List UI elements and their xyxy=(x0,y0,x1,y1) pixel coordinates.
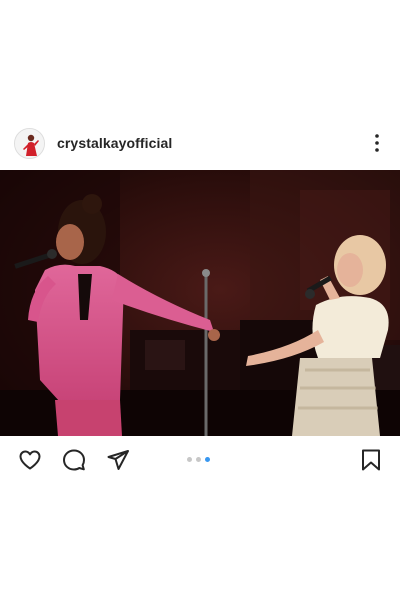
send-icon[interactable] xyxy=(106,448,130,472)
carousel-dot-1 xyxy=(187,457,192,462)
post-photo[interactable] xyxy=(0,170,400,436)
username-link[interactable]: crystalkayofficial xyxy=(57,135,172,151)
concert-stage-image xyxy=(0,170,400,436)
heart-icon[interactable] xyxy=(18,448,42,472)
carousel-dot-2 xyxy=(196,457,201,462)
avatar-image xyxy=(15,129,44,158)
more-options-icon[interactable] xyxy=(366,130,388,156)
post-action-bar xyxy=(0,446,400,474)
bookmark-icon[interactable] xyxy=(359,448,383,472)
comment-icon[interactable] xyxy=(62,448,86,472)
carousel-indicator xyxy=(187,457,217,463)
profile-avatar[interactable] xyxy=(14,128,45,159)
post-header: crystalkayofficial xyxy=(0,126,400,162)
carousel-dot-3-active xyxy=(205,457,210,462)
